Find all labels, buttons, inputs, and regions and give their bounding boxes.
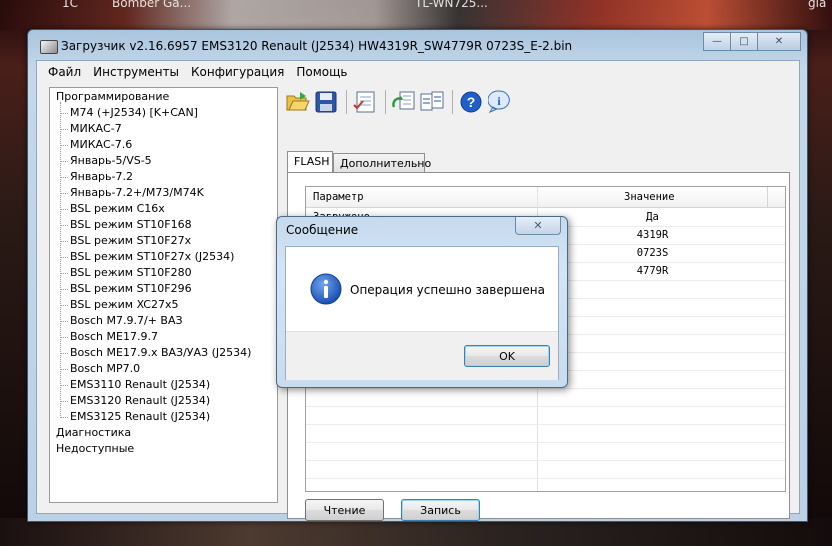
dialog-footer: OK <box>286 331 558 380</box>
close-button[interactable]: ✕ <box>757 32 801 51</box>
tree-item[interactable]: BSL режим ST10F27x <box>70 234 191 247</box>
read-button[interactable]: Чтение <box>305 499 384 521</box>
tree-item[interactable]: МИКАС-7 <box>70 122 122 135</box>
dialog-message: Операция успешно завершена <box>350 283 545 297</box>
tree-item[interactable]: BSL режим C16x <box>70 202 165 215</box>
tab-flash[interactable]: FLASH <box>287 151 333 172</box>
tree-connector <box>60 113 68 114</box>
tree-item[interactable]: BSL режим ST10F27x (J2534) <box>70 250 234 263</box>
toolbar: ? i <box>285 85 514 119</box>
tree-item[interactable]: EMS3125 Renault (J2534) <box>70 410 210 423</box>
tree-connector <box>60 241 68 242</box>
information-icon <box>310 273 342 308</box>
tree-item[interactable]: МИКАС-7.6 <box>70 138 132 151</box>
tree-item[interactable]: Bosch MP7.0 <box>70 362 140 375</box>
ok-button[interactable]: OK <box>464 345 550 367</box>
compare-icon[interactable] <box>419 89 445 115</box>
app-icon <box>40 40 58 54</box>
tree-connector <box>60 337 68 338</box>
dialog-body: Операция успешно завершена OK <box>285 246 559 380</box>
tree-connector <box>60 305 68 306</box>
device-tree[interactable]: Программирование M74 (+J2534) [K+CAN] МИК… <box>49 87 278 503</box>
desktop-item-label: TL-WN725... <box>415 0 488 10</box>
tree-item[interactable]: BSL режим XC27x5 <box>70 298 179 311</box>
toolbar-separator <box>346 90 347 114</box>
cell-value: 0723S <box>636 247 669 259</box>
tree-node-diagnostics[interactable]: Диагностика <box>56 426 131 439</box>
menu-file[interactable]: Файл <box>37 61 87 81</box>
tree-connector <box>60 353 68 354</box>
tree-connector <box>60 369 68 370</box>
checklist-icon[interactable] <box>352 89 378 115</box>
tree-item[interactable]: Bosch M7.9.7/+ ВАЗ <box>70 314 183 327</box>
tree-item[interactable]: Bosch ME17.9.7 <box>70 330 158 343</box>
svg-text:?: ? <box>467 94 476 110</box>
open-folder-icon[interactable] <box>285 89 311 115</box>
tree-item[interactable]: EMS3110 Renault (J2534) <box>70 378 210 391</box>
tree-connector <box>60 225 68 226</box>
desktop-item-label: 1C <box>62 0 79 10</box>
toolbar-separator <box>452 90 453 114</box>
menu-bar: Файл Инструменты Конфигурация Помощь <box>37 61 799 81</box>
tree-item[interactable]: Январь-7.2 <box>70 170 133 183</box>
desktop-bottom-strip <box>0 518 832 546</box>
write-button[interactable]: Запись <box>401 499 480 521</box>
tree-connector <box>60 417 68 418</box>
tree-node-unavailable[interactable]: Недоступные <box>56 442 134 455</box>
cell-value: 4779R <box>636 265 669 277</box>
table-row[interactable] <box>306 388 785 407</box>
dialog-title: Сообщение <box>286 223 359 237</box>
tree-item[interactable]: Январь-7.2+/M73/M74K <box>70 186 204 199</box>
tree-connector <box>60 209 68 210</box>
refresh-icon[interactable] <box>391 89 417 115</box>
tree-connector <box>60 273 68 274</box>
dialog-close-button[interactable]: ✕ <box>515 217 561 235</box>
tree-connector <box>60 321 68 322</box>
tab-additional[interactable]: Дополнительно <box>333 153 431 172</box>
tree-connector <box>60 289 68 290</box>
menu-tools[interactable]: Инструменты <box>87 61 185 81</box>
tree-connector <box>60 193 68 194</box>
tree-node-programming[interactable]: Программирование <box>56 90 169 103</box>
cell-value: Да <box>646 211 659 223</box>
save-icon[interactable] <box>313 89 339 115</box>
tree-connector <box>60 145 68 146</box>
tree-connector <box>60 129 68 130</box>
tree-item[interactable]: BSL режим ST10F296 <box>70 282 192 295</box>
tree-item[interactable]: Bosch ME17.9.x ВАЗ/УАЗ (J2534) <box>70 346 251 359</box>
tree-connector <box>60 401 68 402</box>
desktop-item-label: gia <box>808 0 827 10</box>
table-row[interactable] <box>306 424 785 443</box>
column-header-parameter[interactable]: Параметр <box>313 191 364 203</box>
table-row[interactable] <box>306 460 785 479</box>
info-icon[interactable]: i <box>486 89 512 115</box>
title-bar[interactable]: Загрузчик v2.16.6957 EMS3120 Renault (J2… <box>28 30 807 60</box>
minimize-button[interactable]: — <box>703 32 731 51</box>
maximize-button[interactable]: □ <box>730 32 758 51</box>
window-title: Загрузчик v2.16.6957 EMS3120 Renault (J2… <box>61 39 573 53</box>
tree-item[interactable]: M74 (+J2534) [K+CAN] <box>70 106 198 119</box>
tree-connector <box>60 177 68 178</box>
menu-configuration[interactable]: Конфигурация <box>185 61 290 81</box>
tree-item[interactable]: BSL режим ST10F280 <box>70 266 192 279</box>
window-controls: — □ ✕ <box>703 32 801 51</box>
tree-connector <box>60 257 68 258</box>
tree-item[interactable]: Январь-5/VS-5 <box>70 154 152 167</box>
message-dialog: Сообщение ✕ Операция успешно завершена O… <box>276 216 568 388</box>
table-row[interactable] <box>306 442 785 461</box>
menu-help[interactable]: Помощь <box>290 61 353 81</box>
table-row[interactable] <box>306 406 785 425</box>
header-divider <box>767 187 768 207</box>
help-icon[interactable]: ? <box>458 89 484 115</box>
toolbar-separator <box>385 90 386 114</box>
tree-item[interactable]: BSL режим ST10F168 <box>70 218 192 231</box>
column-header-value[interactable]: Значение <box>624 191 675 203</box>
desktop-item-label: Bomber Ga... <box>112 0 192 10</box>
tree-connector <box>60 161 68 162</box>
tree-item[interactable]: EMS3120 Renault (J2534) <box>70 394 210 407</box>
tree-connector <box>60 385 68 386</box>
cell-value: 4319R <box>636 229 669 241</box>
grid-header: Параметр Значение <box>306 187 785 208</box>
